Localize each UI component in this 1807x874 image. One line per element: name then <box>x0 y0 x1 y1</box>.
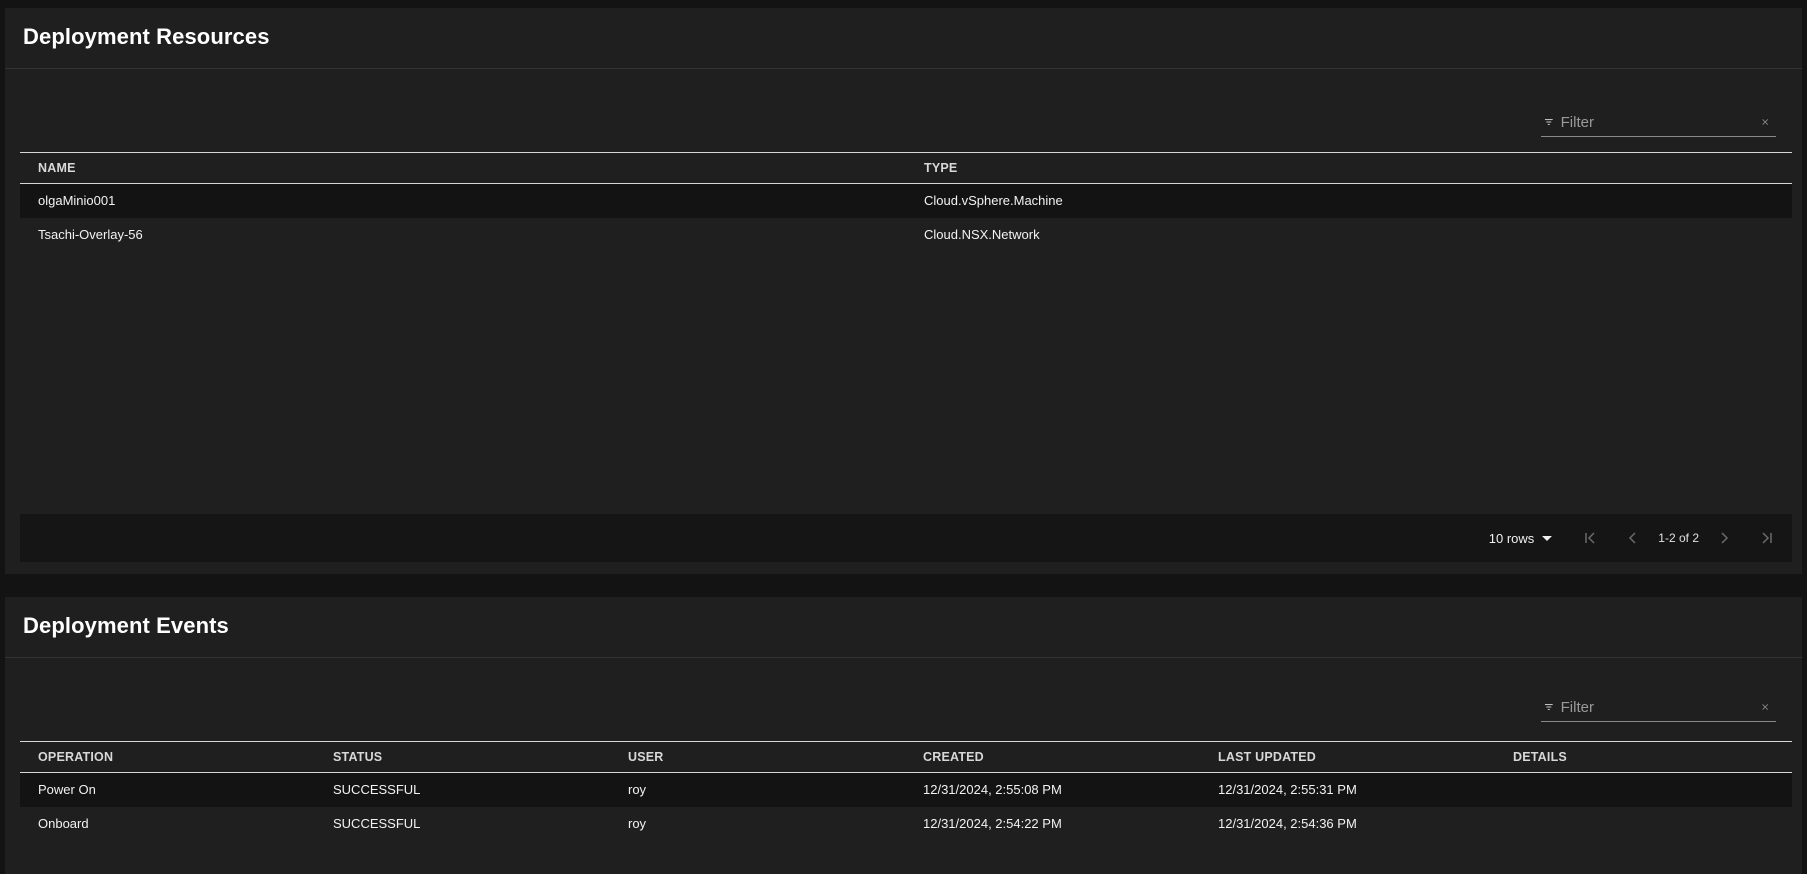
table-header-row: OPERATION STATUS USER CREATED LAST UPDAT… <box>20 741 1792 773</box>
panel-title: Deployment Resources <box>23 24 270 49</box>
user-cell: roy <box>628 782 647 798</box>
created-cell: 12/31/2024, 2:54:22 PM <box>923 816 1062 831</box>
filter-input[interactable] <box>1560 113 1760 131</box>
resource-name-cell[interactable]: olgaMinio001 <box>20 184 906 218</box>
column-header-name[interactable]: NAME <box>20 153 906 184</box>
rows-per-page-select[interactable]: 10 rows <box>1489 531 1553 546</box>
filter-field[interactable] <box>1541 693 1776 722</box>
pagination-bar: 10 rows 1-2 of 2 <box>20 514 1792 562</box>
last-updated-cell: 12/31/2024, 2:54:36 PM <box>1218 816 1357 831</box>
close-icon[interactable] <box>1760 699 1770 715</box>
last-page-icon <box>1762 532 1772 544</box>
status-cell: SUCCESSFUL <box>333 816 421 831</box>
deployment-events-panel: Deployment Events OPERATION STATUS USER … <box>5 597 1802 874</box>
events-table: OPERATION STATUS USER CREATED LAST UPDAT… <box>20 741 1792 841</box>
last-page-button[interactable] <box>1754 526 1778 550</box>
created-cell: 12/31/2024, 2:55:08 PM <box>923 782 1062 798</box>
table-header-row: NAME TYPE <box>20 152 1792 184</box>
panel-title: Deployment Events <box>23 613 229 638</box>
chevron-left-icon <box>1629 532 1636 544</box>
caret-down-icon <box>1542 535 1553 541</box>
deployment-resources-panel: Deployment Resources NAME TYPE olgaMinio… <box>5 8 1802 574</box>
table-row[interactable]: Tsachi-Overlay-56 Cloud.NSX.Network <box>20 218 1792 252</box>
column-header-type[interactable]: TYPE <box>906 153 1792 184</box>
chevron-right-icon <box>1721 532 1729 544</box>
first-page-icon <box>1585 532 1595 544</box>
operation-cell: Power On <box>38 782 96 798</box>
column-header-created[interactable]: CREATED <box>905 742 1200 773</box>
panel-header: Deployment Resources <box>5 8 1802 69</box>
table-row[interactable]: Onboard SUCCESSFUL roy 12/31/2024, 2:54:… <box>20 807 1792 841</box>
status-cell: SUCCESSFUL <box>333 782 421 798</box>
page-range-label: 1-2 of 2 <box>1658 531 1699 545</box>
filter-icon <box>1544 119 1553 125</box>
resource-type-cell: Cloud.vSphere.Machine <box>924 193 1063 209</box>
filter-input[interactable] <box>1560 698 1760 716</box>
filter-field[interactable] <box>1541 108 1776 137</box>
column-header-last-updated[interactable]: LAST UPDATED <box>1200 742 1495 773</box>
previous-page-button[interactable] <box>1621 526 1645 550</box>
rows-per-page-label: 10 rows <box>1488 530 1535 546</box>
user-cell: roy <box>628 816 647 831</box>
filter-icon <box>1544 704 1553 710</box>
details-cell[interactable] <box>1495 773 1792 807</box>
table-row[interactable]: Power On SUCCESSFUL roy 12/31/2024, 2:55… <box>20 772 1792 807</box>
details-cell[interactable] <box>1495 807 1792 841</box>
column-header-operation[interactable]: OPERATION <box>20 742 315 773</box>
next-page-button[interactable] <box>1712 526 1736 550</box>
first-page-button[interactable] <box>1579 526 1603 550</box>
resources-table: NAME TYPE olgaMinio001 Cloud.vSphere.Mac… <box>20 152 1792 252</box>
operation-cell: Onboard <box>38 816 89 831</box>
panel-header: Deployment Events <box>5 597 1802 658</box>
resource-name-cell[interactable]: Tsachi-Overlay-56 <box>20 218 906 252</box>
close-icon[interactable] <box>1760 114 1770 130</box>
last-updated-cell: 12/31/2024, 2:55:31 PM <box>1218 782 1357 798</box>
column-header-status[interactable]: STATUS <box>315 742 610 773</box>
column-header-details[interactable]: DETAILS <box>1495 742 1792 773</box>
resource-type-cell: Cloud.NSX.Network <box>924 227 1040 242</box>
column-header-user[interactable]: USER <box>610 742 905 773</box>
table-row[interactable]: olgaMinio001 Cloud.vSphere.Machine <box>20 183 1792 218</box>
